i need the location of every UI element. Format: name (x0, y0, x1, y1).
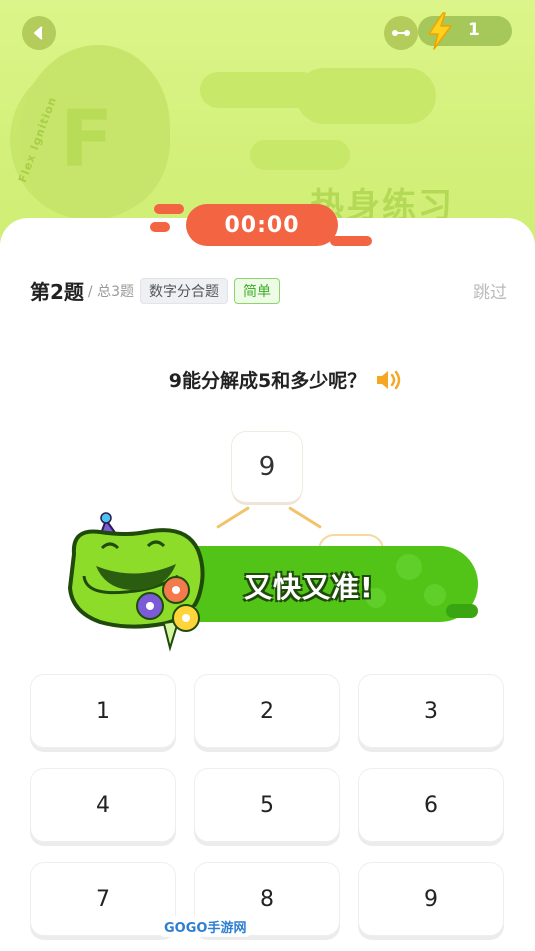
timer-container: 00:00 (150, 198, 380, 258)
lightning-bolt-icon (428, 12, 452, 50)
key-4[interactable]: 4 (30, 768, 176, 842)
bg-logo-letter: F (60, 95, 114, 185)
banner-decoration (446, 604, 478, 618)
speaker-icon[interactable] (374, 368, 404, 392)
countdown-timer: 00:00 (186, 204, 338, 246)
bg-shape (200, 72, 320, 108)
question-prompt: 9能分解成5和多少呢？ (168, 370, 367, 392)
banner-decoration (396, 554, 422, 580)
key-7[interactable]: 7 (30, 862, 176, 936)
question-type-tag: 数字分合题 (140, 277, 228, 304)
timer-decoration (154, 204, 184, 214)
key-3[interactable]: 3 (358, 674, 504, 748)
banner-decoration (424, 584, 446, 606)
feedback-text: 又快又准! (244, 571, 374, 604)
timer-decoration (330, 236, 372, 246)
back-arrow-icon (34, 26, 43, 40)
root-number-box: 9 (232, 432, 302, 502)
watermark: GOGO手游网 (160, 916, 251, 937)
bg-shape (250, 140, 350, 170)
energy-count: 1 (468, 20, 480, 40)
skip-button[interactable]: 跳过 (473, 278, 507, 303)
key-9[interactable]: 9 (358, 862, 504, 936)
link-icon (392, 30, 410, 36)
question-header: 第2题 / 总3题 数字分合题 简单 (30, 276, 280, 305)
question-total: / 总3题 (87, 283, 134, 300)
key-5[interactable]: 5 (194, 768, 340, 842)
difficulty-tag: 简单 (234, 277, 280, 304)
key-2[interactable]: 2 (194, 674, 340, 748)
link-button[interactable] (384, 16, 418, 50)
key-6[interactable]: 6 (358, 768, 504, 842)
back-button[interactable] (22, 16, 56, 50)
question-number: 第2题 (30, 280, 84, 304)
mascot-illustration (67, 512, 205, 652)
timer-decoration (150, 222, 170, 232)
key-1[interactable]: 1 (30, 674, 176, 748)
